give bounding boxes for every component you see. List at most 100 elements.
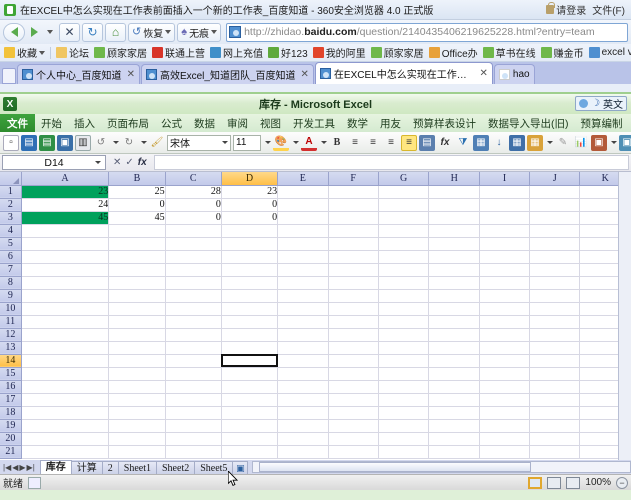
cell-H2[interactable] xyxy=(428,198,480,212)
forward-button[interactable] xyxy=(27,23,41,42)
ribbon-tab-8[interactable]: 开发工具 xyxy=(287,114,341,132)
cell-G9[interactable] xyxy=(378,289,430,303)
accept-formula-icon[interactable]: ✓ xyxy=(125,157,133,168)
row-header-9[interactable]: 9 xyxy=(0,289,22,303)
cell-A2[interactable]: 24 xyxy=(21,198,110,212)
cell-G15[interactable] xyxy=(378,367,430,381)
cell-I10[interactable] xyxy=(479,302,531,316)
cell-F13[interactable] xyxy=(328,341,379,355)
row-header-16[interactable]: 16 xyxy=(0,380,22,394)
vertical-scrollbar[interactable] xyxy=(618,172,631,460)
cell-H18[interactable] xyxy=(428,406,480,420)
cell-E8[interactable] xyxy=(277,276,329,290)
cell-F6[interactable] xyxy=(328,250,379,264)
cell-A16[interactable] xyxy=(21,380,110,394)
close-tab-icon[interactable]: ✕ xyxy=(301,69,309,80)
bookmark-item[interactable]: 顾家家居 xyxy=(94,45,147,60)
cell-F3[interactable] xyxy=(328,211,379,225)
font-size-combo[interactable]: 11 xyxy=(233,134,261,151)
cell-A1[interactable]: 23 xyxy=(21,185,110,199)
cell-I15[interactable] xyxy=(479,367,531,381)
ribbon-tab-7[interactable]: 视图 xyxy=(254,114,287,132)
cell-G3[interactable] xyxy=(378,211,430,225)
history-dropdown-button[interactable] xyxy=(43,23,57,42)
row-header-3[interactable]: 3 xyxy=(0,211,22,225)
cell-E16[interactable] xyxy=(277,380,329,394)
cell-C21[interactable] xyxy=(165,445,222,459)
cell-F7[interactable] xyxy=(328,263,379,277)
cell-G2[interactable] xyxy=(378,198,430,212)
cell-C19[interactable] xyxy=(165,419,222,433)
chart-icon[interactable]: 📊 xyxy=(573,135,589,151)
ribbon-tab-0[interactable]: 文件 xyxy=(0,114,35,132)
back-button[interactable] xyxy=(3,22,25,42)
cell-H10[interactable] xyxy=(428,302,480,316)
cell-H14[interactable] xyxy=(428,354,480,368)
font-size-dropdown-icon[interactable] xyxy=(265,141,271,144)
cell-D9[interactable] xyxy=(221,289,279,303)
sheet-tab-库存[interactable]: 库存 xyxy=(39,460,72,474)
row-header-11[interactable]: 11 xyxy=(0,315,22,329)
cell-E21[interactable] xyxy=(277,445,329,459)
home-button[interactable]: ⌂ xyxy=(105,22,126,42)
cell-H8[interactable] xyxy=(428,276,480,290)
cell-I13[interactable] xyxy=(479,341,531,355)
cell-C20[interactable] xyxy=(165,432,222,446)
cell-B1[interactable]: 25 xyxy=(108,185,166,199)
cell-A19[interactable] xyxy=(21,419,110,433)
cell-D12[interactable] xyxy=(221,328,279,342)
menu-file[interactable]: 文件(F) xyxy=(592,2,625,17)
column-header-G[interactable]: G xyxy=(378,172,430,186)
wrap-text-icon[interactable]: ▤ xyxy=(419,134,435,151)
cell-I19[interactable] xyxy=(479,419,531,433)
cell-E11[interactable] xyxy=(277,315,329,329)
cell-F17[interactable] xyxy=(328,393,379,407)
cell-B5[interactable] xyxy=(108,237,166,251)
cell-F14[interactable] xyxy=(328,354,379,368)
cell-C10[interactable] xyxy=(165,302,222,316)
cell-G16[interactable] xyxy=(378,380,430,394)
print-preview-icon[interactable]: ▣ xyxy=(57,134,73,151)
cell-G10[interactable] xyxy=(378,302,430,316)
cell-B9[interactable] xyxy=(108,289,166,303)
cell-G6[interactable] xyxy=(378,250,430,264)
cell-J11[interactable] xyxy=(529,315,581,329)
cell-B15[interactable] xyxy=(108,367,166,381)
cell-I4[interactable] xyxy=(479,224,531,238)
cell-E9[interactable] xyxy=(277,289,329,303)
cell-D11[interactable] xyxy=(221,315,279,329)
filter-icon[interactable]: ⧩ xyxy=(455,135,471,151)
column-header-I[interactable]: I xyxy=(479,172,531,186)
bookmark-item[interactable]: 论坛 xyxy=(56,45,89,60)
cell-C18[interactable] xyxy=(165,406,222,420)
cell-F15[interactable] xyxy=(328,367,379,381)
cell-G13[interactable] xyxy=(378,341,430,355)
cell-J20[interactable] xyxy=(529,432,581,446)
undo-icon[interactable]: ↺ xyxy=(93,135,109,151)
cell-D3[interactable]: 0 xyxy=(221,211,279,225)
bookmark-item[interactable]: 联通上营 xyxy=(152,45,205,60)
table-dropdown-icon[interactable] xyxy=(547,141,553,144)
cell-C15[interactable] xyxy=(165,367,222,381)
cell-E6[interactable] xyxy=(277,250,329,264)
cell-B16[interactable] xyxy=(108,380,166,394)
cell-B10[interactable] xyxy=(108,302,166,316)
cell-A4[interactable] xyxy=(21,224,110,238)
status-macro-icon[interactable] xyxy=(28,476,41,489)
cell-B3[interactable]: 45 xyxy=(108,211,166,225)
browser-tab[interactable]: 高效Excel_知道团队_百度知道 ✕ xyxy=(140,64,314,84)
column-header-E[interactable]: E xyxy=(277,172,329,186)
cell-C2[interactable]: 0 xyxy=(165,198,222,212)
ribbon-tab-11[interactable]: 预算样表设计 xyxy=(407,114,482,132)
cell-D2[interactable]: 0 xyxy=(221,198,279,212)
cell-C16[interactable] xyxy=(165,380,222,394)
column-header-F[interactable]: F xyxy=(328,172,379,186)
cell-I14[interactable] xyxy=(479,354,531,368)
cell-A8[interactable] xyxy=(21,276,110,290)
cell-H6[interactable] xyxy=(428,250,480,264)
cell-E1[interactable] xyxy=(277,185,329,199)
cell-I18[interactable] xyxy=(479,406,531,420)
cell-H9[interactable] xyxy=(428,289,480,303)
cell-B12[interactable] xyxy=(108,328,166,342)
select-all-corner[interactable] xyxy=(0,172,22,186)
